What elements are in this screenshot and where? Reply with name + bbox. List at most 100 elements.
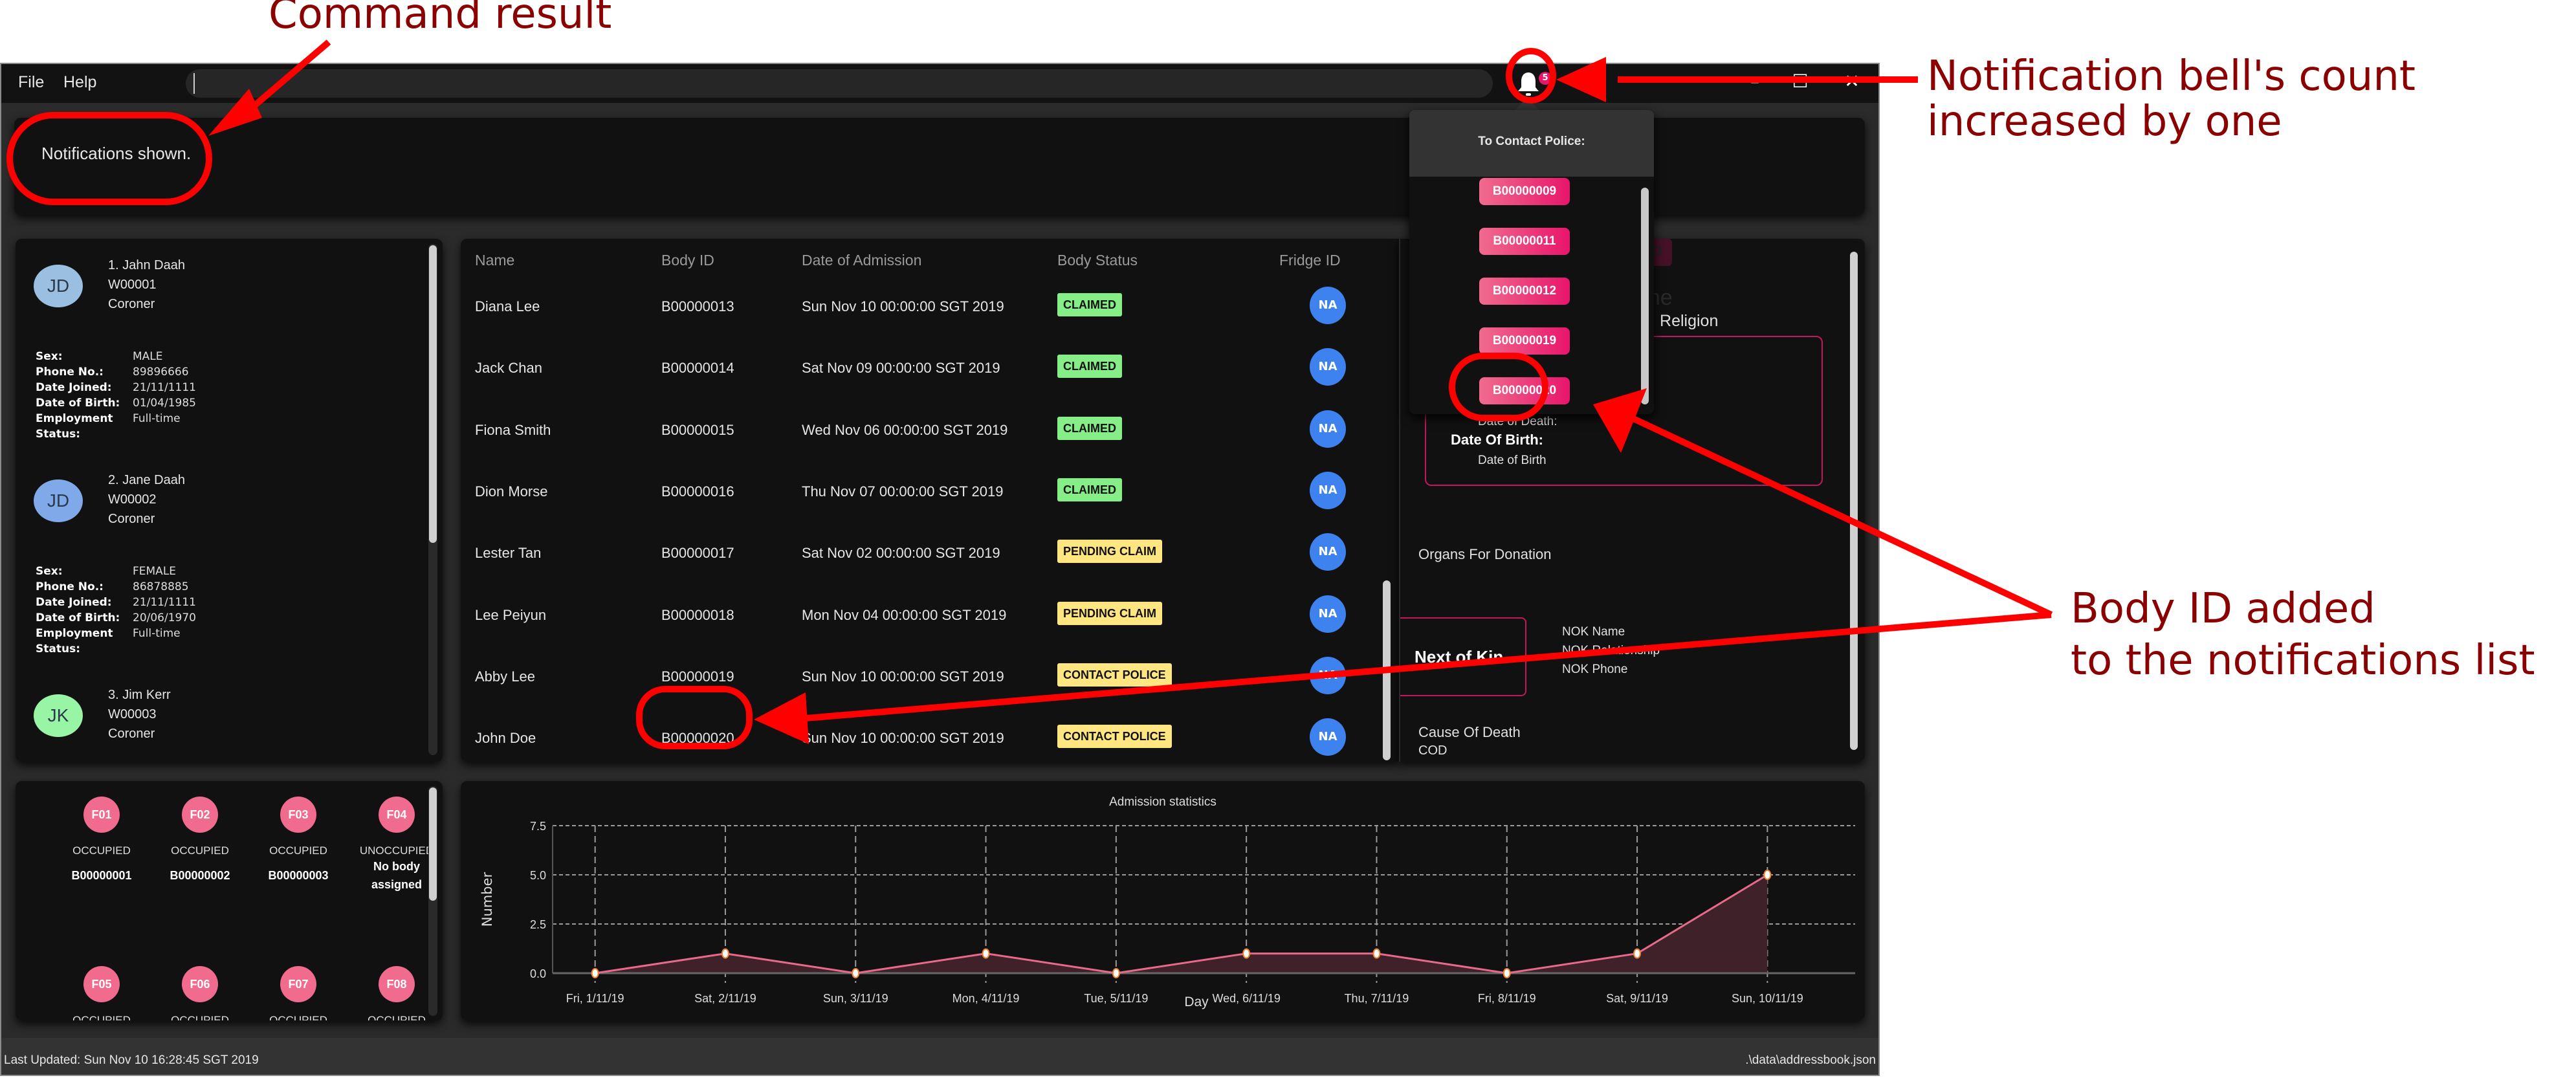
notification-item[interactable]: B00000011	[1479, 228, 1570, 255]
cell-body-id: B00000016	[661, 483, 734, 500]
worker-list-scroll-thumb[interactable]	[429, 245, 437, 543]
fridge-grid-scroll-thumb[interactable]	[429, 787, 437, 901]
status-badge: PENDING CLAIM	[1057, 540, 1162, 564]
cell-name: Dion Morse	[475, 483, 548, 500]
data-point	[591, 968, 599, 978]
fridge-id-circle: F03	[280, 797, 316, 833]
table-row[interactable]: Abby Lee B00000019 Sun Nov 10 00:00:00 SGT…	[461, 648, 1386, 709]
column-header-fridge-id[interactable]: Fridge ID	[1279, 252, 1341, 269]
fridge-id-circle: F05	[83, 966, 120, 1002]
fridge-grid-scrollbar[interactable]	[428, 786, 437, 1016]
fridge-status: OCCUPIED	[72, 844, 131, 857]
worker-field-label: Date Joined:	[36, 381, 112, 394]
details-cause-of-death-value: COD	[1418, 743, 1448, 758]
menu-file[interactable]: File	[18, 73, 44, 92]
notification-scroll-thumb[interactable]	[1641, 188, 1649, 404]
table-row[interactable]: Lester Tan B00000017 Sat Nov 02 00:00:00 S…	[461, 524, 1386, 586]
column-header-body-id[interactable]: Body ID	[661, 252, 714, 269]
notification-item[interactable]: B00000012	[1479, 278, 1570, 305]
cell-date: Wed Nov 06 00:00:00 SGT 2019	[802, 421, 1008, 438]
fridge-card[interactable]: F02 OCCUPIED B00000002	[151, 797, 248, 883]
worker-card[interactable]: JK 3. Jim Kerr W00003 Coroner	[16, 683, 417, 762]
admission-statistics-chart: Admission statistics 0.0 2.5 5.0 7.5 Fri, 1/1…	[479, 795, 1855, 1009]
close-button[interactable]: ✕	[1839, 71, 1865, 92]
admission-statistics-chart-panel: Admission statistics 0.0 2.5 5.0 7.5 Fri, 1/1…	[461, 781, 1865, 1020]
worker-field-value: MALE	[133, 350, 163, 363]
x-tick-label: Mon, 4/11/19	[952, 992, 1020, 1005]
cell-body-id: B00000017	[661, 545, 734, 562]
worker-field-value: 01/04/1985	[133, 397, 196, 410]
notification-bell-button[interactable]: 5	[1515, 71, 1552, 99]
worker-card[interactable]: JD 1. Jahn Daah W00001 Coroner Sex: MALE Phone…	[16, 253, 417, 467]
worker-id: W00003	[108, 707, 157, 721]
notification-item[interactable]: B00000020	[1479, 377, 1570, 404]
table-row[interactable]: Lee Peiyun B00000018 Mon Nov 04 00:00:00 S…	[461, 586, 1386, 648]
column-header-body-status[interactable]: Body Status	[1057, 252, 1138, 269]
screenshot-stage: File Help 5 – ☐ ✕ Notifications shown. J…	[0, 0, 2576, 1078]
notification-scrollbar[interactable]	[1640, 188, 1649, 408]
worker-field-value: 21/11/1111	[133, 596, 196, 609]
command-result-text: Notifications shown.	[41, 144, 192, 163]
data-point	[982, 948, 990, 959]
minimize-button[interactable]: –	[1742, 71, 1768, 92]
notification-item[interactable]: B00000009	[1479, 178, 1570, 205]
body-table-scroll-thumb[interactable]	[1383, 580, 1391, 760]
table-row[interactable]: Jack Chan B00000014 Sat Nov 09 00:00:00 SG…	[461, 339, 1386, 401]
menu-help[interactable]: Help	[63, 73, 96, 92]
cell-date: Sun Nov 10 00:00:00 SGT 2019	[802, 668, 1004, 685]
worker-list-scrollbar[interactable]	[428, 244, 437, 755]
text-caret	[193, 73, 195, 94]
column-header-date-of-admission[interactable]: Date of Admission	[802, 252, 921, 269]
maximize-button[interactable]: ☐	[1787, 71, 1813, 92]
details-nok-relationship: NOK Relationship	[1562, 644, 1660, 657]
x-tick-label: Tue, 5/11/19	[1084, 992, 1148, 1005]
details-cause-of-death-label: Cause Of Death	[1418, 724, 1521, 740]
fridge-card[interactable]: F03 OCCUPIED B00000003	[250, 797, 347, 883]
fridge-id-badge: NA	[1310, 656, 1346, 694]
worker-field-value: 20/06/1970	[133, 611, 196, 624]
body-table-scrollbar[interactable]	[1382, 245, 1391, 760]
details-scrollbar[interactable]	[1849, 244, 1858, 755]
annotation-body-line1: Body ID added	[2071, 585, 2375, 633]
save-file-path: .\data\addressbook.json	[1745, 1053, 1876, 1067]
table-row[interactable]: John Doe B00000020 Sun Nov 10 00:00:00 SGT…	[461, 709, 1386, 762]
worker-name: 2. Jane Daah	[108, 473, 185, 487]
worker-role: Coroner	[108, 727, 155, 741]
fridge-card[interactable]: F07OCCUPIEDB00000007	[250, 966, 347, 1020]
data-point	[852, 968, 860, 978]
annotation-bell-line2: increased by one	[1927, 98, 2282, 146]
command-input[interactable]	[186, 69, 1493, 98]
details-organs-label: Organs For Donation	[1418, 546, 1552, 562]
status-bar: Last Updated: Sun Nov 10 16:28:45 SGT 20…	[1, 1038, 1878, 1075]
details-religion: Religion	[1660, 312, 1719, 330]
worker-field-value: 86878885	[133, 580, 189, 593]
fridge-id-badge: NA	[1310, 471, 1346, 509]
x-tick-label: Thu, 7/11/19	[1345, 992, 1409, 1005]
table-row[interactable]: Fiona Smith B00000015 Wed Nov 06 00:00:00 …	[461, 401, 1386, 463]
body-table-panel: Name Body ID Date of Admission Body Stat…	[461, 239, 1399, 762]
worker-card[interactable]: JD 2. Jane Daah W00002 Coroner Sex: FEMALE Pho…	[16, 468, 417, 681]
status-badge: CLAIMED	[1057, 355, 1122, 379]
details-scroll-thumb[interactable]	[1850, 252, 1858, 750]
fridge-status: OCCUPIED	[171, 1014, 229, 1020]
worker-name: 1. Jahn Daah	[108, 258, 185, 272]
x-tick-label: Sat, 2/11/19	[694, 992, 756, 1005]
worker-field-value: 21/11/1111	[133, 381, 196, 394]
fridge-status: OCCUPIED	[368, 1014, 426, 1020]
worker-field-label: Sex:	[36, 350, 63, 363]
fridge-card[interactable]: F01 OCCUPIED B00000001	[53, 797, 150, 883]
notification-item[interactable]: B00000019	[1479, 327, 1570, 355]
cell-name: Jack Chan	[475, 360, 542, 377]
worker-avatar: JD	[34, 265, 83, 307]
worker-field-label: Phone No.:	[36, 580, 104, 593]
fridge-card[interactable]: F05OCCUPIEDB00000006	[53, 966, 150, 1020]
fridge-card[interactable]: F06OCCUPIEDB00000008	[151, 966, 248, 1020]
column-header-name[interactable]: Name	[475, 252, 514, 269]
fridge-id-badge: NA	[1310, 410, 1346, 448]
worker-role: Coroner	[108, 512, 155, 526]
cell-date: Sat Nov 09 00:00:00 SGT 2019	[802, 360, 1000, 377]
table-row[interactable]: Dion Morse B00000016 Thu Nov 07 00:00:00 S…	[461, 463, 1386, 524]
status-badge: CLAIMED	[1057, 478, 1122, 501]
worker-role: Coroner	[108, 297, 155, 311]
table-row[interactable]: Diana Lee B00000013 Sun Nov 10 00:00:00 SG…	[461, 278, 1386, 339]
